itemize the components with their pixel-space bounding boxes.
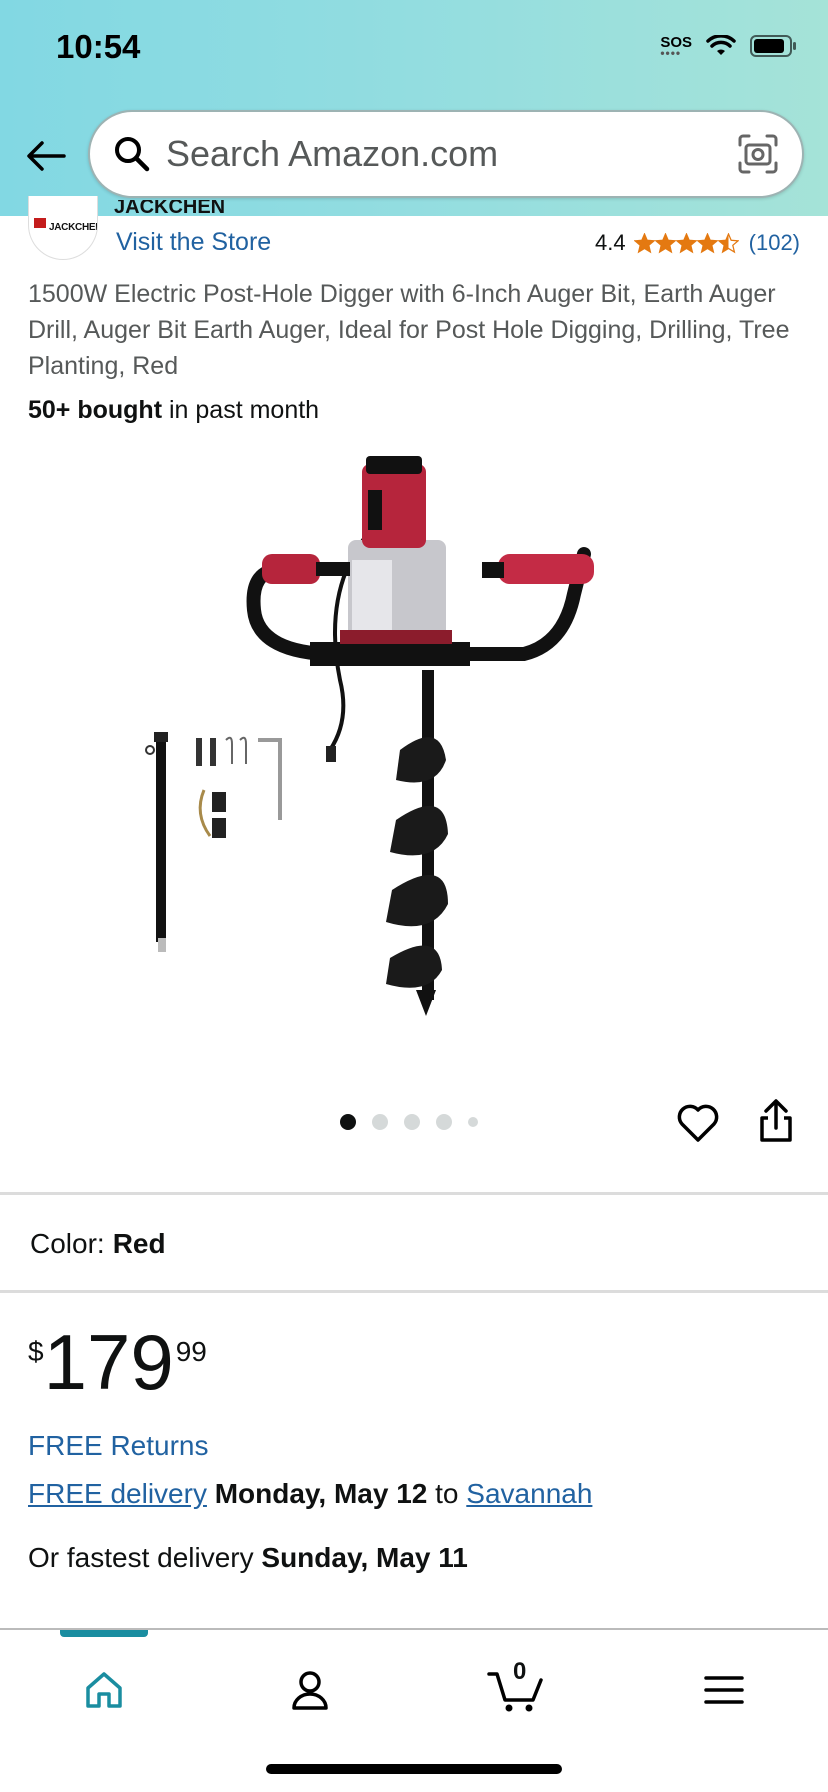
home-indicator[interactable]	[266, 1764, 562, 1774]
image-pagination	[340, 1114, 478, 1130]
account-icon	[292, 1671, 328, 1710]
fastest-delivery-label: Or fastest delivery	[28, 1542, 262, 1573]
home-icon	[86, 1672, 122, 1708]
rating-count[interactable]: (102)	[749, 230, 800, 256]
rating-summary[interactable]: 4.4 (102)	[595, 230, 800, 256]
rating-value: 4.4	[595, 230, 626, 255]
price-currency-symbol: $	[28, 1336, 44, 1367]
share-icon[interactable]	[756, 1098, 796, 1144]
search-icon	[115, 137, 150, 172]
pagination-dot[interactable]	[468, 1117, 478, 1127]
cart-count: 0	[513, 1658, 527, 1685]
bought-suffix: in past month	[162, 396, 320, 424]
nav-menu[interactable]	[694, 1660, 754, 1720]
bought-in-past-month: 50+ bought in past month	[28, 396, 319, 425]
fastest-delivery: Or fastest delivery Sunday, May 11	[28, 1542, 468, 1574]
back-arrow-icon	[27, 141, 66, 171]
status-icons: SOS ••••	[660, 34, 798, 60]
back-button[interactable]	[24, 134, 68, 178]
active-tab-indicator	[60, 1630, 148, 1637]
wishlist-heart-icon[interactable]	[676, 1102, 720, 1144]
star-rating	[633, 232, 739, 254]
section-divider	[0, 1192, 828, 1195]
delivery-to: to	[427, 1478, 467, 1509]
bought-count: 50+ bought	[28, 396, 163, 424]
star-icon	[696, 232, 718, 253]
pagination-dot[interactable]	[372, 1114, 388, 1130]
pagination-dot[interactable]	[436, 1114, 452, 1130]
price-whole: 179	[43, 1318, 174, 1406]
free-delivery-link[interactable]: FREE delivery	[28, 1478, 207, 1509]
color-value: Red	[112, 1228, 166, 1259]
section-divider	[0, 1290, 828, 1293]
store-logo[interactable]: JACKCHEN	[28, 196, 98, 260]
star-icon	[654, 232, 676, 253]
color-selector: Color: Red	[30, 1228, 166, 1260]
star-icon	[717, 232, 739, 253]
nav-cart[interactable]: 0	[486, 1658, 546, 1720]
free-returns-link[interactable]: FREE Returns	[28, 1430, 209, 1462]
delivery-info: FREE delivery Monday, May 12 to Savannah	[28, 1478, 592, 1510]
nav-home[interactable]	[74, 1660, 134, 1720]
app-header: 10:54 SOS ••••	[0, 0, 828, 216]
product-image[interactable]	[130, 450, 710, 1050]
delivery-location-link[interactable]: Savannah	[466, 1478, 592, 1509]
status-time: 10:54	[56, 28, 141, 65]
search-input[interactable]	[166, 126, 706, 182]
product-title: 1500W Electric Post-Hole Digger with 6-I…	[28, 280, 790, 380]
fastest-delivery-date: Sunday, May 11	[261, 1542, 468, 1573]
store-logo-text: JACKCHEN	[49, 222, 98, 233]
battery-icon	[750, 35, 796, 57]
delivery-date: Monday, May 12	[214, 1478, 428, 1509]
wifi-icon	[706, 35, 736, 55]
price-fraction: 99	[175, 1336, 207, 1367]
nav-account[interactable]	[280, 1660, 340, 1720]
camera-search-icon[interactable]	[736, 132, 780, 176]
search-bar[interactable]	[88, 110, 804, 198]
signal-dots: ••••	[660, 45, 682, 60]
sos-indicator: SOS ••••	[660, 34, 692, 60]
brand-name-partial: JACKCHEN	[114, 200, 226, 216]
pagination-dot[interactable]	[404, 1114, 420, 1130]
price: $ 179 99	[28, 1320, 207, 1404]
star-icon	[675, 232, 697, 253]
pagination-dot[interactable]	[340, 1114, 356, 1130]
color-label: Color:	[30, 1228, 105, 1259]
menu-icon	[704, 1676, 744, 1704]
star-icon	[633, 232, 655, 253]
visit-store-link[interactable]: Visit the Store	[116, 228, 271, 257]
logo-mark	[34, 218, 46, 228]
